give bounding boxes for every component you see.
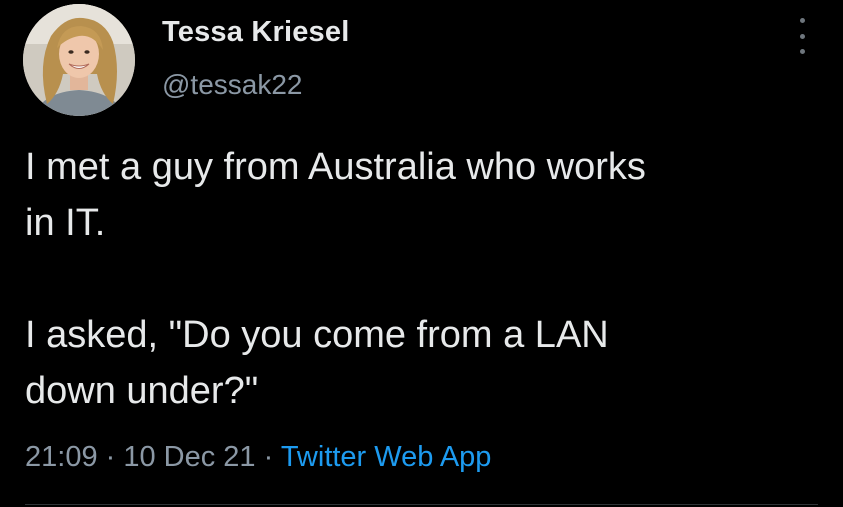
tweet-source-link[interactable]: Twitter Web App (281, 441, 492, 473)
tweet-meta: 21:09 · 10 Dec 21 · Twitter Web App (25, 441, 491, 474)
tweet-time[interactable]: 21:09 (25, 441, 98, 473)
meta-separator: · (97, 441, 124, 473)
tweet-date[interactable]: 10 Dec 21 (123, 441, 255, 473)
tweet-card: Tessa Kriesel @tessak22 I met a guy from… (0, 0, 843, 507)
more-options-button[interactable] (793, 18, 811, 54)
meta-separator: · (255, 441, 281, 473)
author-handle[interactable]: @tessak22 (162, 69, 303, 101)
tweet-text: I met a guy from Australia who works in … (25, 146, 646, 412)
divider (25, 504, 818, 505)
author-name[interactable]: Tessa Kriesel (162, 16, 349, 49)
avatar-photo (23, 4, 135, 116)
more-vertical-icon (799, 33, 805, 39)
more-vertical-icon (799, 49, 805, 54)
avatar[interactable] (23, 4, 135, 116)
more-vertical-icon (799, 18, 805, 23)
